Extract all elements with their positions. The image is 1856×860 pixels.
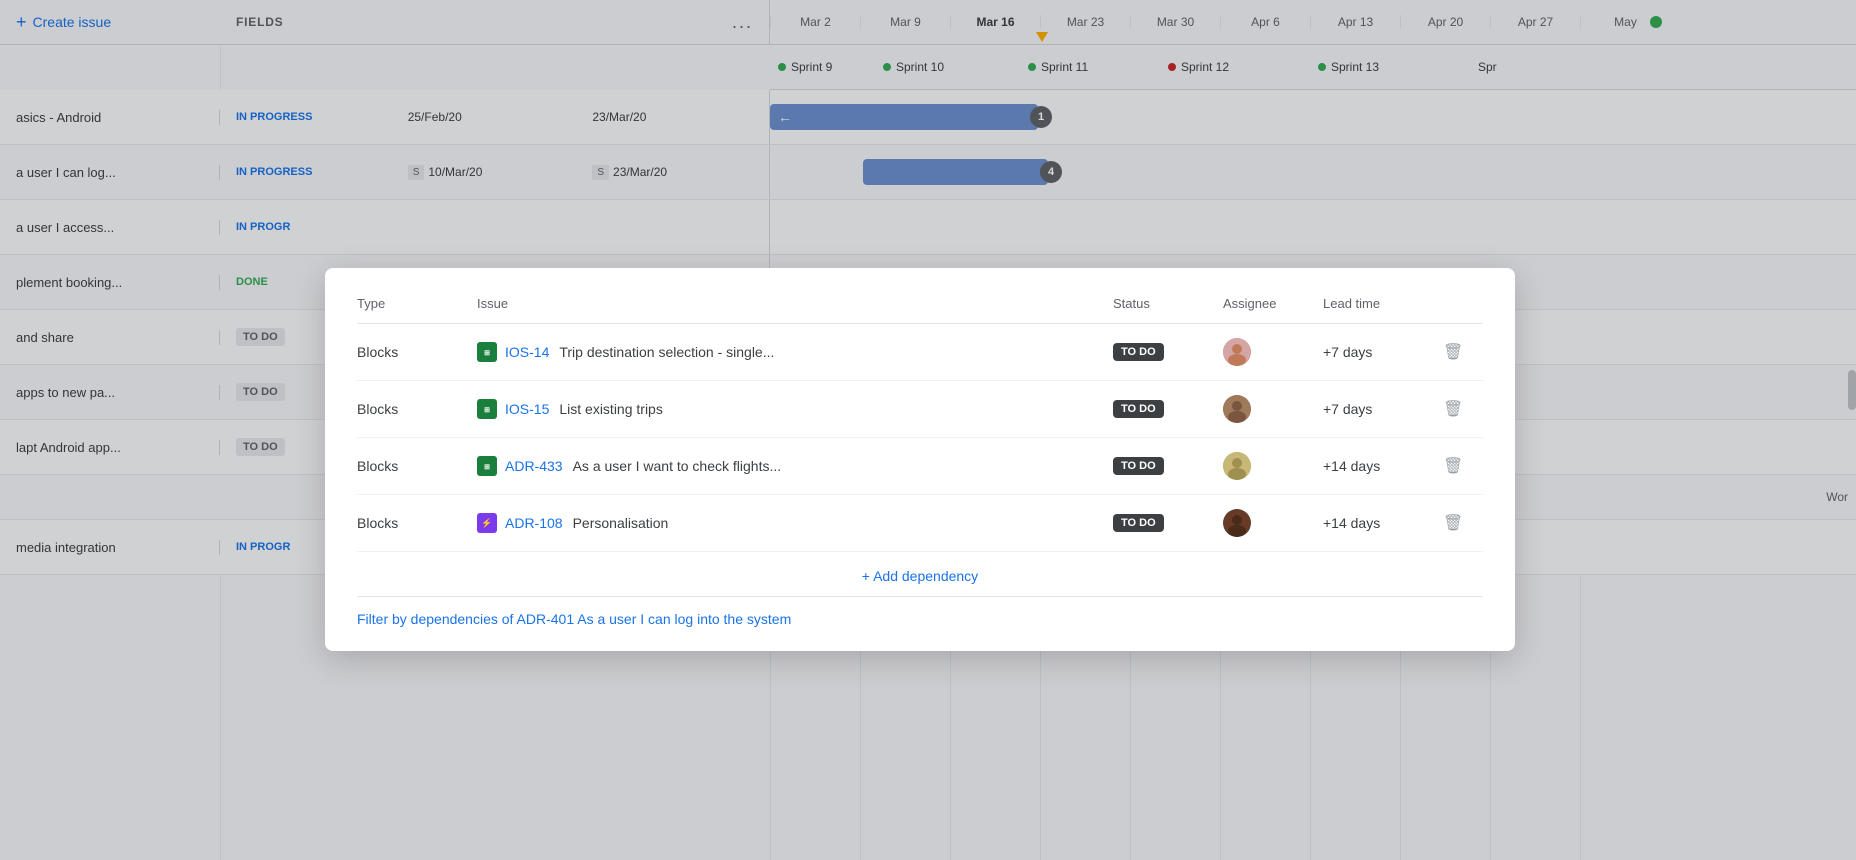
status-todo-badge: TO DO (1113, 514, 1164, 532)
delete-icon[interactable]: 🗑 (1443, 456, 1463, 476)
dependency-row: Blocks ⚡ ADR-108 Personalisation TO DO +… (357, 495, 1483, 552)
issue-icon-ios: ⊞ (477, 342, 497, 362)
modal-th-issue: Issue (477, 296, 1113, 311)
dep-type: Blocks (357, 401, 477, 417)
dep-delete[interactable]: 🗑 (1443, 399, 1483, 419)
issue-title: As a user I want to check flights... (573, 458, 782, 474)
issue-icon-adr: ⊞ (477, 456, 497, 476)
dep-issue: ⊞ ADR-433 As a user I want to check flig… (477, 456, 1113, 476)
dep-assignee (1223, 452, 1323, 480)
avatar (1223, 452, 1251, 480)
dep-leadtime: +7 days (1323, 401, 1443, 417)
issue-title: Trip destination selection - single... (559, 344, 774, 360)
delete-icon[interactable]: 🗑 (1443, 399, 1463, 419)
issue-icon-lightning: ⚡ (477, 513, 497, 533)
issue-id[interactable]: IOS-15 (505, 401, 549, 417)
dep-status: TO DO (1113, 400, 1223, 418)
dep-status: TO DO (1113, 457, 1223, 475)
dep-type: Blocks (357, 515, 477, 531)
dep-issue: ⊞ IOS-15 List existing trips (477, 399, 1113, 419)
dep-assignee (1223, 395, 1323, 423)
issue-title: Personalisation (573, 515, 669, 531)
delete-icon[interactable]: 🗑 (1443, 342, 1463, 362)
svg-text:⚡: ⚡ (481, 517, 492, 529)
status-todo-badge: TO DO (1113, 457, 1164, 475)
dep-status: TO DO (1113, 343, 1223, 361)
modal-th-leadtime: Lead time (1323, 296, 1443, 311)
avatar (1223, 338, 1251, 366)
dep-type: Blocks (357, 458, 477, 474)
filter-dependencies-link[interactable]: Filter by dependencies of ADR-401 As a u… (357, 597, 1483, 627)
svg-text:⊞: ⊞ (484, 464, 490, 471)
dep-type: Blocks (357, 344, 477, 360)
issue-id[interactable]: IOS-14 (505, 344, 549, 360)
modal-th-status: Status (1113, 296, 1223, 311)
dependencies-modal: Type Issue Status Assignee Lead time Blo… (325, 268, 1515, 651)
issue-title: List existing trips (559, 401, 662, 417)
dep-delete[interactable]: 🗑 (1443, 513, 1483, 533)
delete-icon[interactable]: 🗑 (1443, 513, 1463, 533)
dep-issue: ⚡ ADR-108 Personalisation (477, 513, 1113, 533)
modal-table-header: Type Issue Status Assignee Lead time (357, 296, 1483, 324)
add-dependency-button[interactable]: + Add dependency (357, 552, 1483, 597)
dependency-row: Blocks ⊞ ADR-433 As a user I want to che… (357, 438, 1483, 495)
status-todo-badge: TO DO (1113, 400, 1164, 418)
dep-leadtime: +14 days (1323, 515, 1443, 531)
svg-text:⊞: ⊞ (484, 350, 490, 357)
dep-status: TO DO (1113, 514, 1223, 532)
dep-delete[interactable]: 🗑 (1443, 456, 1483, 476)
modal-th-assignee: Assignee (1223, 296, 1323, 311)
dependency-row: Blocks ⊞ IOS-15 List existing trips TO D… (357, 381, 1483, 438)
dep-issue: ⊞ IOS-14 Trip destination selection - si… (477, 342, 1113, 362)
modal-th-type: Type (357, 296, 477, 311)
issue-id[interactable]: ADR-433 (505, 458, 563, 474)
status-todo-badge: TO DO (1113, 343, 1164, 361)
avatar (1223, 395, 1251, 423)
dep-delete[interactable]: 🗑 (1443, 342, 1483, 362)
svg-text:⊞: ⊞ (484, 407, 490, 414)
issue-id[interactable]: ADR-108 (505, 515, 563, 531)
dependency-row: Blocks ⊞ IOS-14 Trip destination selecti… (357, 324, 1483, 381)
dep-leadtime: +7 days (1323, 344, 1443, 360)
dep-assignee (1223, 509, 1323, 537)
avatar (1223, 509, 1251, 537)
dep-assignee (1223, 338, 1323, 366)
dep-leadtime: +14 days (1323, 458, 1443, 474)
issue-icon-ios: ⊞ (477, 399, 497, 419)
